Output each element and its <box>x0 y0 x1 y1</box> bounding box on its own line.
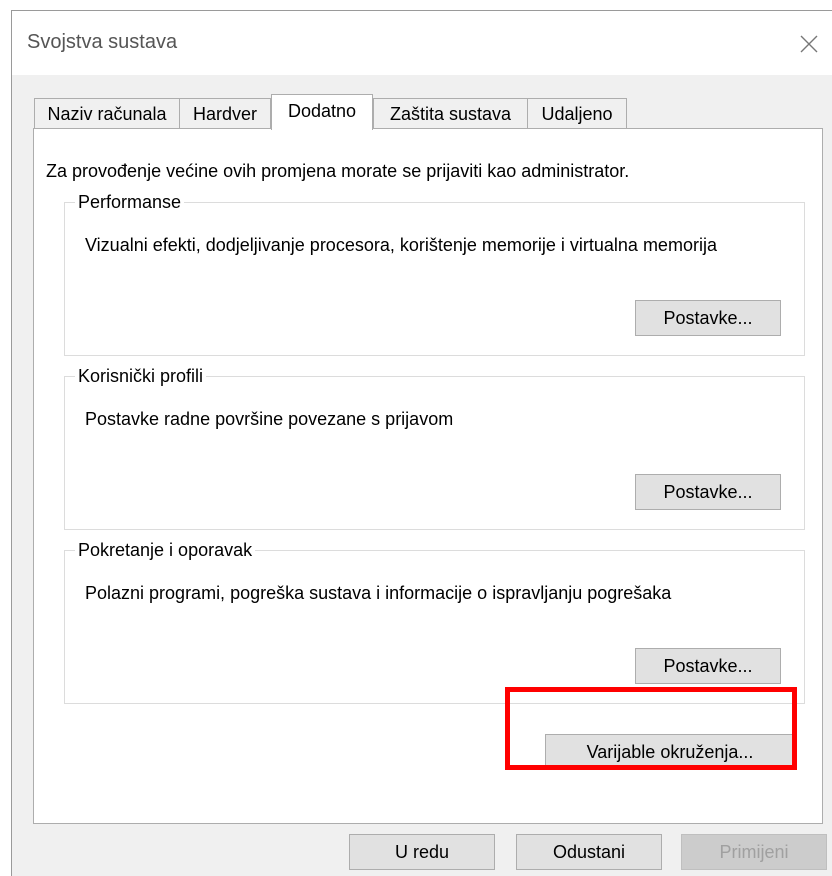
tab-system-protection[interactable]: Zaštita sustava <box>373 98 528 128</box>
tab-panel-advanced: Za provođenje većine ovih promjena morat… <box>33 128 823 824</box>
ok-button[interactable]: U redu <box>349 834 495 870</box>
startup-recovery-group: Pokretanje i oporavak Polazni programi, … <box>64 539 805 704</box>
startup-recovery-description: Polazni programi, pogreška sustava i inf… <box>85 583 672 603</box>
close-icon <box>800 35 818 53</box>
admin-notice: Za provođenje većine ovih promjena morat… <box>46 161 630 181</box>
tab-computer-name[interactable]: Naziv računala <box>34 98 180 128</box>
environment-variables-button[interactable]: Varijable okruženja... <box>545 734 795 770</box>
window-title: Svojstva sustava <box>27 31 178 53</box>
apply-button[interactable]: Primijeni <box>681 834 827 870</box>
startup-recovery-settings-button[interactable]: Postavke... <box>635 648 781 684</box>
user-profiles-group-title: Korisnički profili <box>75 365 207 387</box>
performance-group-title: Performanse <box>75 191 185 213</box>
user-profiles-description: Postavke radne površine povezane s prija… <box>85 409 454 429</box>
close-button[interactable] <box>789 24 829 64</box>
title-bar: Svojstva sustava <box>12 11 832 75</box>
user-profiles-group: Korisnički profili Postavke radne površi… <box>64 365 805 530</box>
cancel-button[interactable]: Odustani <box>516 834 662 870</box>
startup-recovery-group-title: Pokretanje i oporavak <box>75 539 256 561</box>
tab-advanced[interactable]: Dodatno <box>271 94 373 130</box>
system-properties-dialog: Svojstva sustava Naziv računala Hardver … <box>11 10 832 876</box>
tab-remote[interactable]: Udaljeno <box>527 98 627 128</box>
tab-hardware[interactable]: Hardver <box>179 98 271 128</box>
performance-settings-button[interactable]: Postavke... <box>635 300 781 336</box>
performance-description: Vizualni efekti, dodjeljivanje procesora… <box>85 235 717 255</box>
performance-group: Performanse Vizualni efekti, dodjeljivan… <box>64 191 805 356</box>
user-profiles-settings-button[interactable]: Postavke... <box>635 474 781 510</box>
